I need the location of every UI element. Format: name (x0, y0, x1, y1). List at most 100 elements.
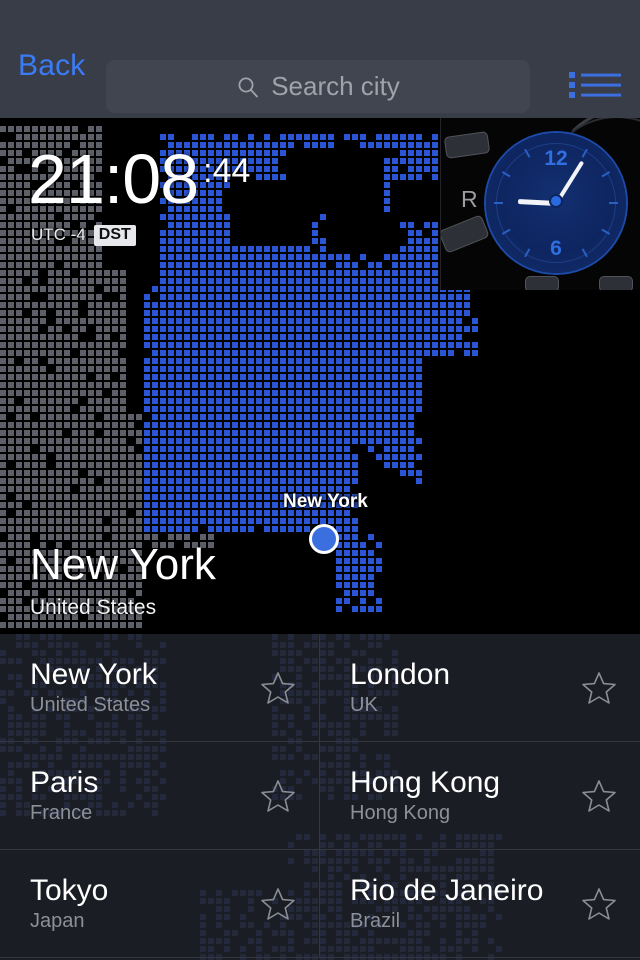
star-outline-icon[interactable] (580, 669, 618, 707)
city-list-item[interactable]: Paris France (0, 742, 320, 850)
map-dot (264, 262, 270, 268)
map-dot (48, 350, 54, 356)
back-button[interactable]: Back (18, 49, 86, 83)
map-dot (112, 622, 118, 628)
map-dot (0, 342, 6, 348)
map-dot (280, 254, 286, 260)
map-dot (400, 358, 406, 364)
map-dot (72, 398, 78, 404)
city-list-item[interactable]: London UK (320, 634, 640, 742)
map-dot (136, 526, 142, 532)
map-dot (168, 286, 174, 292)
map-dot (8, 366, 14, 372)
map-dot (424, 350, 430, 356)
map-dot (328, 462, 334, 468)
map-dot (400, 326, 406, 332)
map-dot (200, 318, 206, 324)
map-dot (240, 334, 246, 340)
map-dot (168, 406, 174, 412)
map-dot (96, 422, 102, 428)
map-dot (80, 430, 86, 436)
map-dot (304, 430, 310, 436)
map-dot (208, 302, 214, 308)
map-dot (144, 494, 150, 500)
map-dot (160, 302, 166, 308)
map-dot (152, 494, 158, 500)
map-dot (360, 342, 366, 348)
map-dot (368, 142, 374, 148)
city-list-item[interactable]: New York United States (0, 634, 320, 742)
map-dot (80, 462, 86, 468)
map-dot (264, 470, 270, 476)
dotted-world-map[interactable]: R 12 6 21:08 :44 UTC -4 DST New York New… (0, 118, 640, 634)
map-dot (296, 518, 302, 524)
map-dot (24, 358, 30, 364)
map-dot (352, 390, 358, 396)
map-dot (248, 518, 254, 524)
map-dot (264, 286, 270, 292)
map-dot (104, 478, 110, 484)
list-view-button[interactable] (568, 60, 622, 110)
map-dot (168, 366, 174, 372)
map-dot (336, 574, 342, 580)
map-dot (344, 374, 350, 380)
map-dot (120, 374, 126, 380)
search-input[interactable]: Search city (106, 60, 530, 113)
map-dot (408, 166, 414, 172)
map-dot (88, 494, 94, 500)
map-dot (88, 382, 94, 388)
map-dot (16, 430, 22, 436)
map-dot (288, 270, 294, 276)
map-dot (392, 454, 398, 460)
dashboard-button-top (443, 131, 491, 159)
city-list-item[interactable]: Hong Kong Hong Kong (320, 742, 640, 850)
map-dot (288, 382, 294, 388)
map-dot (88, 302, 94, 308)
star-outline-icon[interactable] (580, 777, 618, 815)
map-dot (336, 462, 342, 468)
map-dot (72, 302, 78, 308)
map-dot (24, 438, 30, 444)
map-dot (280, 454, 286, 460)
city-list-item[interactable]: Rio de Janeiro Brazil (320, 850, 640, 958)
map-dot (360, 318, 366, 324)
map-dot (192, 286, 198, 292)
map-dot (120, 406, 126, 412)
map-dot (40, 510, 46, 516)
map-dot (32, 422, 38, 428)
map-dot (352, 302, 358, 308)
map-dot (160, 406, 166, 412)
map-dot (336, 606, 342, 612)
map-dot (320, 286, 326, 292)
star-outline-icon[interactable] (259, 885, 297, 923)
map-dot (248, 478, 254, 484)
city-list-item[interactable]: Tokyo Japan (0, 850, 320, 958)
map-dot (8, 294, 14, 300)
map-dot (208, 486, 214, 492)
map-dot (184, 446, 190, 452)
map-dot (256, 246, 262, 252)
map-dot (400, 374, 406, 380)
dashboard-button-lower-left (525, 276, 559, 290)
map-dot (200, 406, 206, 412)
map-dot (16, 542, 22, 548)
map-dot (112, 446, 118, 452)
map-dot (272, 278, 278, 284)
map-dot (32, 350, 38, 356)
star-outline-icon[interactable] (259, 777, 297, 815)
map-dot (320, 278, 326, 284)
map-dot (296, 358, 302, 364)
map-dot (368, 582, 374, 588)
map-dot (248, 382, 254, 388)
map-dot (320, 446, 326, 452)
map-dot (304, 446, 310, 452)
map-dot (256, 150, 262, 156)
star-outline-icon[interactable] (259, 669, 297, 707)
map-dot (120, 310, 126, 316)
map-dot (344, 598, 350, 604)
map-dot (264, 166, 270, 172)
map-dot (352, 286, 358, 292)
map-dot (328, 438, 334, 444)
star-outline-icon[interactable] (580, 885, 618, 923)
map-marker-dot[interactable] (309, 524, 339, 554)
